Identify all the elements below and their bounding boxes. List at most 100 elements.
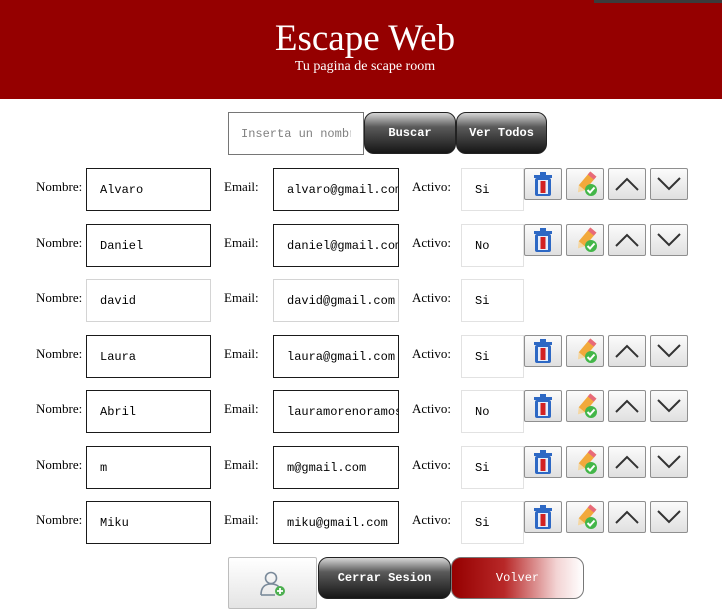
name-field[interactable]: Miku — [86, 501, 211, 544]
name-label: Nombre: — [36, 346, 83, 361]
edit-pencil-icon — [572, 227, 598, 253]
edit-pencil-icon — [572, 504, 598, 530]
move-up-button[interactable] — [608, 446, 646, 478]
page-subtitle: Tu pagina de scape room — [294, 59, 436, 74]
chevron-up-icon — [614, 398, 640, 414]
name-field[interactable]: Alvaro — [86, 168, 211, 211]
active-label: Activo: — [412, 346, 451, 361]
chevron-up-icon — [614, 454, 640, 470]
page-title: Escape Web — [274, 18, 456, 59]
name-label: Nombre: — [36, 179, 83, 194]
email-field[interactable]: laura@gmail.com — [273, 335, 399, 378]
email-label: Email: — [224, 401, 259, 416]
delete-bin-icon — [531, 171, 555, 197]
delete-button[interactable] — [524, 501, 562, 533]
move-down-button[interactable] — [650, 390, 688, 422]
name-field[interactable]: Abril — [86, 390, 211, 433]
move-up-button[interactable] — [608, 168, 646, 200]
delete-bin-icon — [531, 227, 555, 253]
email-label: Email: — [224, 457, 259, 472]
active-label: Activo: — [412, 512, 451, 527]
chevron-down-icon — [656, 176, 682, 192]
name-field[interactable]: Laura — [86, 335, 211, 378]
email-field[interactable]: miku@gmail.com — [273, 501, 399, 544]
email-label: Email: — [224, 179, 259, 194]
move-down-button[interactable] — [650, 501, 688, 533]
active-label: Activo: — [412, 290, 451, 305]
active-field[interactable]: Si — [461, 446, 524, 489]
chevron-down-icon — [656, 232, 682, 248]
name-label: Nombre: — [36, 512, 83, 527]
active-field[interactable]: Si — [461, 335, 524, 378]
show-all-button[interactable]: Ver Todos — [456, 112, 547, 154]
chevron-down-icon — [656, 398, 682, 414]
add-user-button[interactable] — [228, 557, 317, 609]
name-label: Nombre: — [36, 401, 83, 416]
search-input[interactable] — [228, 112, 364, 155]
active-field[interactable]: Si — [461, 279, 524, 322]
name-label: Nombre: — [36, 235, 83, 250]
logout-button[interactable]: Cerrar Sesion — [318, 557, 451, 599]
move-down-button[interactable] — [650, 446, 688, 478]
email-label: Email: — [224, 346, 259, 361]
active-label: Activo: — [412, 401, 451, 416]
email-label: Email: — [224, 235, 259, 250]
email-field[interactable]: alvaro@gmail.com — [273, 168, 399, 211]
name-field[interactable]: david — [86, 279, 211, 322]
edit-button[interactable] — [566, 335, 604, 367]
move-up-button[interactable] — [608, 224, 646, 256]
move-up-button[interactable] — [608, 390, 646, 422]
email-field[interactable]: david@gmail.com — [273, 279, 399, 322]
chevron-up-icon — [614, 176, 640, 192]
active-label: Activo: — [412, 235, 451, 250]
email-field[interactable]: daniel@gmail.com — [273, 224, 399, 267]
edit-button[interactable] — [566, 168, 604, 200]
chevron-down-icon — [656, 509, 682, 525]
edit-button[interactable] — [566, 224, 604, 256]
chevron-down-icon — [656, 454, 682, 470]
active-field[interactable]: No — [461, 390, 524, 433]
move-down-button[interactable] — [650, 335, 688, 367]
edit-button[interactable] — [566, 501, 604, 533]
name-label: Nombre: — [36, 457, 83, 472]
name-field[interactable]: Daniel — [86, 224, 211, 267]
delete-bin-icon — [531, 504, 555, 530]
delete-bin-icon — [531, 449, 555, 475]
delete-button[interactable] — [524, 335, 562, 367]
email-field[interactable]: lauramorenoramos@gmail.com — [273, 390, 399, 433]
back-button[interactable]: Volver — [451, 557, 584, 599]
delete-button[interactable] — [524, 390, 562, 422]
name-label: Nombre: — [36, 290, 83, 305]
active-field[interactable]: Si — [461, 501, 524, 544]
name-field[interactable]: m — [86, 446, 211, 489]
move-down-button[interactable] — [650, 168, 688, 200]
add-user-icon — [259, 571, 285, 596]
move-down-button[interactable] — [650, 224, 688, 256]
edit-pencil-icon — [572, 171, 598, 197]
chevron-down-icon — [656, 343, 682, 359]
chevron-up-icon — [614, 509, 640, 525]
delete-button[interactable] — [524, 224, 562, 256]
active-field[interactable]: Si — [461, 168, 524, 211]
delete-button[interactable] — [524, 446, 562, 478]
delete-bin-icon — [531, 338, 555, 364]
header-divider — [594, 0, 722, 3]
email-label: Email: — [224, 290, 259, 305]
delete-bin-icon — [531, 393, 555, 419]
edit-pencil-icon — [572, 338, 598, 364]
active-field[interactable]: No — [461, 224, 524, 267]
edit-button[interactable] — [566, 446, 604, 478]
search-button[interactable]: Buscar — [364, 112, 456, 154]
email-label: Email: — [224, 512, 259, 527]
move-up-button[interactable] — [608, 335, 646, 367]
email-field[interactable]: m@gmail.com — [273, 446, 399, 489]
chevron-up-icon — [614, 343, 640, 359]
chevron-up-icon — [614, 232, 640, 248]
active-label: Activo: — [412, 179, 451, 194]
edit-pencil-icon — [572, 393, 598, 419]
edit-pencil-icon — [572, 449, 598, 475]
edit-button[interactable] — [566, 390, 604, 422]
active-label: Activo: — [412, 457, 451, 472]
move-up-button[interactable] — [608, 501, 646, 533]
delete-button[interactable] — [524, 168, 562, 200]
